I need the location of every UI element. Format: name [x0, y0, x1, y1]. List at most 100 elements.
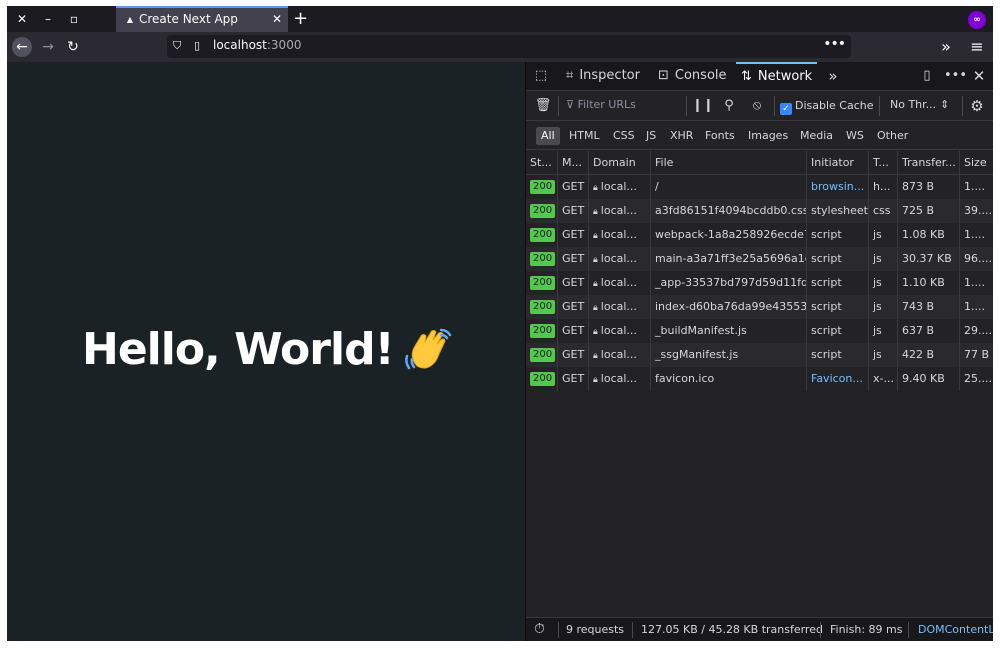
- column-header-type[interactable]: T...: [869, 151, 898, 175]
- close-tab-icon[interactable]: ✕: [272, 12, 282, 26]
- column-header-domain[interactable]: Domain: [589, 151, 651, 175]
- tab-network-label: Network: [757, 69, 813, 84]
- toolbar-divider: [962, 96, 963, 116]
- element-picker-icon[interactable]: ⬚: [532, 67, 550, 85]
- cell-file: a3fd86151f4094bcddb0.css: [651, 199, 807, 223]
- network-summary-bar: ⏱ 9 requests 127.05 KB / 45.28 KB transf…: [526, 617, 993, 641]
- toolbar-divider: [686, 96, 687, 116]
- tab-console[interactable]: ⊡ Console: [658, 62, 727, 91]
- cell-method: GET: [558, 175, 589, 199]
- table-row[interactable]: 200 GET 🔒︎ local... main-a3a71ff3e25a5696a1e…: [526, 247, 993, 271]
- pause-icon[interactable]: ❙❙: [692, 97, 714, 115]
- table-row[interactable]: 200 GET 🔒︎ local... _ssgManifest.js script js 4…: [526, 343, 993, 367]
- responsive-design-icon[interactable]: ▯: [918, 67, 936, 85]
- devtools-options-icon[interactable]: •••: [944, 67, 967, 85]
- table-row[interactable]: 200 GET 🔒︎ local... / browsin... h... 873 B 1...…: [526, 175, 993, 199]
- reload-button[interactable]: ↻: [63, 37, 83, 57]
- disable-cache-label: Disable Cache: [795, 99, 874, 112]
- cell-transferred: 873 B: [898, 175, 960, 199]
- type-filter-other[interactable]: Other: [872, 127, 913, 145]
- disable-cache-checkbox[interactable]: ✓ Disable Cache: [780, 99, 874, 115]
- network-settings-gear-icon[interactable]: ⚙: [968, 97, 986, 115]
- block-requests-icon[interactable]: ⦸: [748, 97, 766, 115]
- column-header-transferred[interactable]: Transfer...: [898, 151, 960, 175]
- url-host: localhost: [213, 38, 267, 52]
- table-row[interactable]: 200 GET 🔒︎ local... _buildManifest.js script j…: [526, 319, 993, 343]
- cell-file: /: [651, 175, 807, 199]
- type-filter-js[interactable]: JS: [641, 127, 661, 145]
- tracking-protection-shield-icon[interactable]: ⛉: [173, 39, 181, 53]
- page-info-icon[interactable]: ▯: [194, 39, 200, 52]
- maximize-window-icon[interactable]: ▫: [66, 11, 82, 27]
- forward-button[interactable]: →: [38, 37, 58, 57]
- cell-type: js: [869, 295, 898, 319]
- cell-file: _ssgManifest.js: [651, 343, 807, 367]
- back-button[interactable]: ←: [12, 37, 32, 57]
- tab-network[interactable]: ⇅ Network: [736, 62, 818, 91]
- new-tab-button[interactable]: +: [293, 8, 308, 29]
- page-actions-icon[interactable]: •••: [823, 36, 846, 52]
- type-filter-ws[interactable]: WS: [841, 127, 869, 145]
- cell-transferred: 743 B: [898, 295, 960, 319]
- tab-inspector[interactable]: ⌗ Inspector: [566, 62, 640, 91]
- table-row[interactable]: 200 GET 🔒︎ local... a3fd86151f4094bcddb0.css…: [526, 199, 993, 223]
- summary-divider: [558, 622, 559, 638]
- cell-file: _buildManifest.js: [651, 319, 807, 343]
- close-devtools-icon[interactable]: ✕: [970, 67, 988, 85]
- cell-domain: 🔒︎ local...: [589, 319, 651, 343]
- type-filter-fonts[interactable]: Fonts: [700, 127, 740, 145]
- close-window-icon[interactable]: ✕: [14, 11, 30, 27]
- performance-stopwatch-icon[interactable]: ⏱: [534, 621, 545, 637]
- cell-initiator: stylesheet: [807, 199, 869, 223]
- page-heading: Hello, World!: [82, 324, 395, 375]
- column-header-status[interactable]: St...: [526, 151, 558, 175]
- tab-create-next-app[interactable]: ▲ Create Next App ✕: [116, 6, 288, 32]
- throttling-select[interactable]: No Thr... ⇕: [890, 98, 949, 111]
- cell-domain: 🔒︎ local...: [589, 199, 651, 223]
- column-header-initiator[interactable]: Initiator: [807, 151, 869, 175]
- table-row[interactable]: 200 GET 🔒︎ local... _app-33537bd797d59d11fdc…: [526, 271, 993, 295]
- cell-method: GET: [558, 367, 589, 391]
- column-header-file[interactable]: File: [651, 151, 807, 175]
- url-bar[interactable]: ⛉ ▯ localhost:3000 •••: [167, 35, 851, 58]
- filter-urls-input[interactable]: ⊽ Filter URLs: [566, 98, 636, 111]
- cell-initiator[interactable]: browsin...: [807, 175, 869, 199]
- cell-method: GET: [558, 247, 589, 271]
- private-browsing-icon: ∞: [968, 11, 986, 29]
- type-filter-html[interactable]: HTML: [564, 127, 605, 145]
- column-header-size[interactable]: Size: [960, 151, 993, 175]
- devtools-tab-bar: ⬚ ⌗ Inspector ⊡ Console ⇅ Network » ▯ ••• ✕: [526, 62, 993, 91]
- url-text[interactable]: localhost:3000: [213, 38, 301, 52]
- type-filter-all[interactable]: All: [536, 127, 560, 145]
- status-badge: 200: [530, 276, 556, 290]
- cell-size: 96....: [960, 247, 993, 271]
- type-filter-xhr[interactable]: XHR: [665, 127, 698, 145]
- network-icon: ⇅: [741, 69, 752, 84]
- clear-log-icon[interactable]: 🗑: [534, 97, 552, 115]
- domain-text: local...: [600, 348, 637, 361]
- cell-file: webpack-1a8a258926ecde76: [651, 223, 807, 247]
- column-header-method[interactable]: M...: [558, 151, 589, 175]
- cell-file: favicon.ico: [651, 367, 807, 391]
- cell-type: js: [869, 343, 898, 367]
- table-row[interactable]: 200 GET 🔒︎ local... index-d60ba76da99e43553f…: [526, 295, 993, 319]
- toolbar-overflow-icon[interactable]: »: [936, 37, 956, 57]
- search-icon[interactable]: ⚲: [720, 97, 738, 115]
- table-row[interactable]: 200 GET 🔒︎ local... favicon.ico Favicon... x-.…: [526, 367, 993, 391]
- cell-status: 200: [526, 319, 558, 343]
- more-tools-icon[interactable]: »: [824, 67, 842, 85]
- lock-icon: 🔒︎: [593, 183, 598, 193]
- cell-file: _app-33537bd797d59d11fdc5: [651, 271, 807, 295]
- network-toolbar: 🗑 ⊽ Filter URLs ❙❙ ⚲ ⦸ ✓ Disable Cache No…: [526, 92, 993, 121]
- table-row[interactable]: 200 GET 🔒︎ local... webpack-1a8a258926ecde76…: [526, 223, 993, 247]
- type-filter-media[interactable]: Media: [795, 127, 838, 145]
- cell-initiator[interactable]: Favicon...: [807, 367, 869, 391]
- app-menu-icon[interactable]: ≡: [967, 37, 987, 57]
- cell-domain: 🔒︎ local...: [589, 295, 651, 319]
- type-filter-images[interactable]: Images: [743, 127, 793, 145]
- cell-initiator: script: [807, 295, 869, 319]
- minimize-window-icon[interactable]: –: [40, 11, 56, 27]
- cell-method: GET: [558, 199, 589, 223]
- nextjs-favicon-icon: ▲: [126, 15, 134, 24]
- type-filter-css[interactable]: CSS: [608, 127, 640, 145]
